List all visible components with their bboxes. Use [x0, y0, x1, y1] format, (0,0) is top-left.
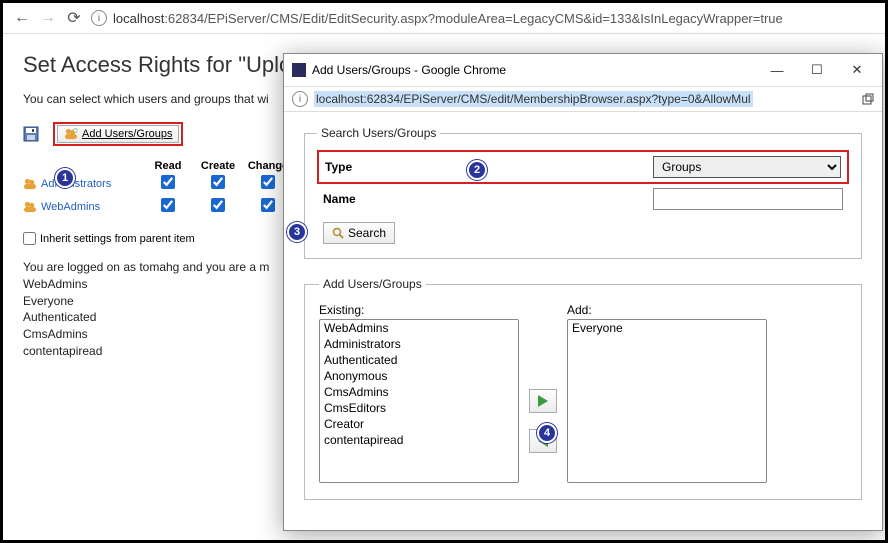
close-button[interactable]: ✕: [840, 60, 874, 80]
list-item: WebAdmins: [320, 320, 518, 336]
search-button-label: Search: [348, 226, 386, 240]
name-input[interactable]: [653, 188, 843, 210]
perm-change-checkbox[interactable]: [261, 198, 275, 212]
list-item: contentapiread: [320, 432, 518, 448]
search-fieldset: Search Users/Groups Type Groups Name Sea: [304, 126, 862, 259]
list-item: Everyone: [568, 320, 766, 336]
name-label: Name: [323, 192, 473, 206]
app-icon: [292, 63, 306, 77]
popup-title: Add Users/Groups - Google Chrome: [312, 63, 506, 77]
add-legend: Add Users/Groups: [319, 277, 426, 291]
search-icon: [332, 227, 344, 239]
list-item: CmsEditors: [320, 400, 518, 416]
group-icon: [23, 178, 37, 190]
popup-url-rest: :62834/EPiServer/CMS/edit/MembershipBrow…: [363, 92, 750, 106]
add-users-groups-button[interactable]: Add Users/Groups: [57, 125, 179, 143]
open-external-icon[interactable]: [862, 93, 874, 105]
perm-change-checkbox[interactable]: [261, 175, 275, 189]
group-link[interactable]: WebAdmins: [41, 201, 100, 213]
existing-label: Existing:: [319, 303, 519, 317]
inherit-label: Inherit settings from parent item: [40, 233, 195, 245]
add-fieldset: Add Users/Groups Existing: WebAdmins Adm…: [304, 277, 862, 500]
list-item: Authenticated: [320, 352, 518, 368]
existing-listbox[interactable]: WebAdmins Administrators Authenticated A…: [319, 319, 519, 483]
col-create: Create: [193, 160, 243, 172]
maximize-button[interactable]: ☐: [800, 60, 834, 80]
add-listbox[interactable]: Everyone: [567, 319, 767, 483]
list-item: CmsAdmins: [320, 384, 518, 400]
annotation-4: 4: [537, 423, 557, 443]
save-icon[interactable]: [23, 126, 39, 142]
search-button[interactable]: Search: [323, 222, 395, 244]
popup-url-host: localhost: [316, 92, 363, 106]
popup-titlebar[interactable]: Add Users/Groups - Google Chrome — ☐ ✕: [284, 54, 882, 87]
move-right-button[interactable]: [529, 389, 557, 413]
back-button[interactable]: ←: [13, 9, 31, 27]
annotation-3: 3: [287, 222, 307, 242]
group-icon: [23, 201, 37, 213]
col-read: Read: [143, 160, 193, 172]
type-label: Type: [325, 160, 475, 174]
perm-create-checkbox[interactable]: [211, 175, 225, 189]
url-host: localhost: [113, 11, 164, 26]
users-icon: [64, 128, 78, 140]
minimize-button[interactable]: —: [760, 60, 794, 80]
annotation-2: 2: [467, 160, 487, 180]
list-item: Creator: [320, 416, 518, 432]
annotation-1: 1: [55, 168, 75, 188]
perm-read-checkbox[interactable]: [161, 198, 175, 212]
browser-toolbar: ← → ⟳ i localhost:62834/EPiServer/CMS/Ed…: [3, 3, 885, 34]
add-list-label: Add:: [567, 303, 767, 317]
url-rest: :62834/EPiServer/CMS/Edit/EditSecurity.a…: [164, 11, 782, 26]
forward-button[interactable]: →: [39, 9, 57, 27]
add-users-groups-label: Add Users/Groups: [82, 128, 172, 140]
group-link[interactable]: Administrators: [41, 178, 111, 190]
popup-address-bar[interactable]: i localhost:62834/EPiServer/CMS/edit/Mem…: [284, 87, 882, 112]
reload-button[interactable]: ⟳: [65, 9, 83, 27]
site-info-icon[interactable]: i: [91, 10, 107, 26]
add-users-groups-highlight: Add Users/Groups: [53, 122, 183, 146]
type-select[interactable]: Groups: [653, 156, 841, 178]
site-info-icon[interactable]: i: [292, 91, 308, 107]
list-item: Administrators: [320, 336, 518, 352]
popup-window: Add Users/Groups - Google Chrome — ☐ ✕ i…: [283, 53, 883, 531]
arrow-right-icon: [538, 395, 548, 407]
type-row-highlight: Type Groups: [317, 150, 849, 184]
address-bar[interactable]: i localhost:62834/EPiServer/CMS/Edit/Edi…: [91, 10, 875, 26]
inherit-checkbox[interactable]: [23, 232, 36, 245]
search-legend: Search Users/Groups: [317, 126, 440, 140]
perm-read-checkbox[interactable]: [161, 175, 175, 189]
perm-create-checkbox[interactable]: [211, 198, 225, 212]
list-item: Anonymous: [320, 368, 518, 384]
